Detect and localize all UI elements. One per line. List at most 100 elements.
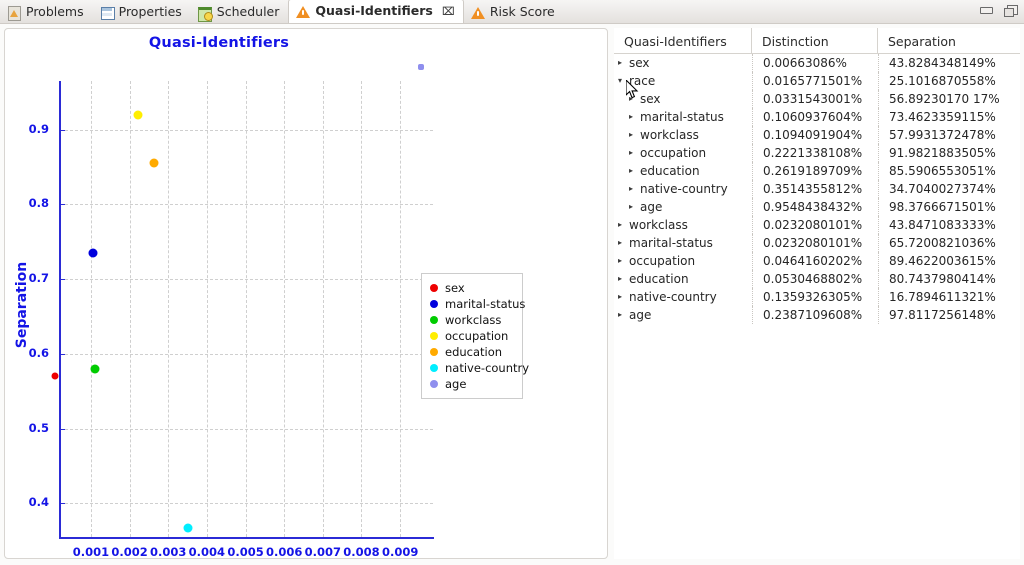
cell-quasi-identifier[interactable]: ▸ education xyxy=(614,270,752,288)
legend-item: sex xyxy=(430,280,516,296)
cell-separation: 89.4622003615% xyxy=(878,252,1020,270)
chevron-right-icon[interactable]: ▸ xyxy=(629,198,638,216)
table-row[interactable]: ▸ sex 0.0331543001% 56.89230170 17% xyxy=(614,90,1020,108)
chevron-right-icon[interactable]: ▸ xyxy=(629,126,638,144)
gridline-vertical xyxy=(90,81,92,537)
table-row[interactable]: ▸ occupation 0.0464160202% 89.4622003615% xyxy=(614,252,1020,270)
close-icon[interactable]: ⌧ xyxy=(442,5,455,18)
chevron-right-icon[interactable]: ▸ xyxy=(618,252,627,270)
chevron-right-icon[interactable]: ▸ xyxy=(618,270,627,288)
table-row[interactable]: ▸ age 0.2387109608% 97.8117256148% xyxy=(614,306,1020,324)
legend-item: age xyxy=(430,376,516,392)
table-row[interactable]: ▸ marital-status 0.1060937604% 73.462335911… xyxy=(614,108,1020,126)
legend-color-swatch xyxy=(430,300,438,308)
data-point-marital-status[interactable] xyxy=(88,248,98,258)
maximize-restore-button[interactable] xyxy=(1003,3,1018,17)
legend-label: native-country xyxy=(445,361,530,375)
chevron-right-icon[interactable]: ▸ xyxy=(629,180,638,198)
cell-quasi-identifier[interactable]: ▸ education xyxy=(614,162,752,180)
tab-quasi-identifiers[interactable]: Quasi-Identifiers ⌧ xyxy=(288,0,464,23)
cell-quasi-identifier[interactable]: ▸ occupation xyxy=(614,144,752,162)
table-row[interactable]: ▾ race 0.0165771501% 25.1016870558% xyxy=(614,72,1020,90)
column-header-separation[interactable]: Separation xyxy=(878,28,1020,54)
tab-risk-score[interactable]: Risk Score xyxy=(464,1,564,24)
table-header-row: Quasi-Identifiers Distinction Separation xyxy=(614,28,1020,54)
data-point-age[interactable] xyxy=(418,63,425,70)
data-point-sex[interactable] xyxy=(51,372,59,380)
cell-separation: 56.89230170 17% xyxy=(878,90,1020,108)
cell-distinction: 0.0530468802% xyxy=(752,270,878,288)
cell-separation: 97.8117256148% xyxy=(878,306,1020,324)
tab-scheduler[interactable]: Scheduler xyxy=(191,1,289,24)
table-row[interactable]: ▸ workclass 0.0232080101% 43.8471083333% xyxy=(614,216,1020,234)
cell-separation: 43.8284348149% xyxy=(878,54,1020,72)
table-row[interactable]: ▸ native-country 0.1359326305% 16.789461132… xyxy=(614,288,1020,306)
table-row[interactable]: ▸ occupation 0.2221338108% 91.9821883505% xyxy=(614,144,1020,162)
minimize-button[interactable] xyxy=(978,3,993,16)
table-row[interactable]: ▸ marital-status 0.0232080101% 65.720082103… xyxy=(614,234,1020,252)
tab-properties[interactable]: Properties xyxy=(93,1,191,24)
chevron-right-icon[interactable]: ▸ xyxy=(629,108,638,126)
quasi-identifier-name: education xyxy=(629,272,689,286)
cell-quasi-identifier[interactable]: ▸ workclass xyxy=(614,216,752,234)
data-point-workclass[interactable] xyxy=(90,364,100,374)
chevron-right-icon[interactable]: ▸ xyxy=(629,144,638,162)
cell-quasi-identifier[interactable]: ▸ marital-status xyxy=(614,234,752,252)
y-tick-mark xyxy=(59,279,65,281)
x-tick-label: 0.008 xyxy=(343,545,380,559)
application-window: Problems Properties Scheduler Quasi-Identif… xyxy=(0,0,1024,565)
cell-separation: 43.8471083333% xyxy=(878,216,1020,234)
cell-quasi-identifier[interactable]: ▸ native-country xyxy=(614,288,752,306)
x-tick-label: 0.009 xyxy=(381,545,419,559)
chevron-right-icon[interactable]: ▸ xyxy=(618,54,627,72)
chevron-right-icon[interactable]: ▸ xyxy=(618,216,627,234)
cell-quasi-identifier[interactable]: ▸ age xyxy=(614,198,752,216)
cell-quasi-identifier[interactable]: ▸ sex xyxy=(614,90,752,108)
cell-quasi-identifier[interactable]: ▸ marital-status xyxy=(614,108,752,126)
chevron-right-icon[interactable]: ▸ xyxy=(618,234,627,252)
chevron-right-icon[interactable]: ▸ xyxy=(618,306,627,324)
table-row[interactable]: ▸ education 0.0530468802% 80.7437980414% xyxy=(614,270,1020,288)
chevron-right-icon[interactable]: ▸ xyxy=(629,90,638,108)
cell-quasi-identifier[interactable]: ▸ age xyxy=(614,306,752,324)
legend-color-swatch xyxy=(430,316,438,324)
column-header-distinction[interactable]: Distinction xyxy=(752,28,878,54)
cell-separation: 85.5906553051% xyxy=(878,162,1020,180)
cell-separation: 34.7040027374% xyxy=(878,180,1020,198)
gridline-horizontal xyxy=(60,204,433,206)
problems-icon xyxy=(7,5,21,21)
cell-quasi-identifier[interactable]: ▸ native-country xyxy=(614,180,752,198)
legend-item: native-country xyxy=(430,360,529,376)
properties-icon xyxy=(100,6,115,20)
gridline-horizontal xyxy=(60,428,433,430)
cell-quasi-identifier[interactable]: ▸ sex xyxy=(614,54,752,72)
cell-quasi-identifier[interactable]: ▸ workclass xyxy=(614,126,752,144)
tab-problems[interactable]: Problems xyxy=(0,1,93,24)
cell-quasi-identifier[interactable]: ▸ occupation xyxy=(614,252,752,270)
y-tick-label: 0.7 xyxy=(28,271,49,286)
table-row[interactable]: ▸ workclass 0.1094091904% 57.9931372478% xyxy=(614,126,1020,144)
tab-label: Problems xyxy=(26,4,84,20)
table-row[interactable]: ▸ education 0.2619189709% 85.5906553051% xyxy=(614,162,1020,180)
column-header-quasi-identifiers[interactable]: Quasi-Identifiers xyxy=(614,28,752,54)
y-tick-label: 0.6 xyxy=(28,345,49,360)
table-row[interactable]: ▸ native-country 0.3514355812% 34.704002737… xyxy=(614,180,1020,198)
data-point-education[interactable] xyxy=(149,158,158,168)
data-point-occupation[interactable] xyxy=(133,110,143,120)
quasi-identifier-name: native-country xyxy=(629,290,717,304)
y-tick-mark xyxy=(59,428,65,430)
chevron-right-icon[interactable]: ▸ xyxy=(629,162,638,180)
cell-quasi-identifier[interactable]: ▾ race xyxy=(614,72,752,90)
table-row[interactable]: ▸ age 0.9548438432% 98.3766671501% xyxy=(614,198,1020,216)
data-point-native-country[interactable] xyxy=(183,523,193,533)
tab-label: Properties xyxy=(118,4,182,20)
gridline-horizontal xyxy=(60,503,433,505)
cell-distinction: 0.3514355812% xyxy=(752,180,878,198)
warning-icon xyxy=(470,6,485,20)
quasi-identifier-name: sex xyxy=(640,92,661,106)
y-tick-mark xyxy=(59,204,65,206)
chevron-down-icon[interactable]: ▾ xyxy=(618,72,627,90)
legend-item: education xyxy=(430,344,516,360)
chevron-right-icon[interactable]: ▸ xyxy=(618,288,627,306)
table-row[interactable]: ▸ sex 0.00663086% 43.8284348149% xyxy=(614,54,1020,72)
